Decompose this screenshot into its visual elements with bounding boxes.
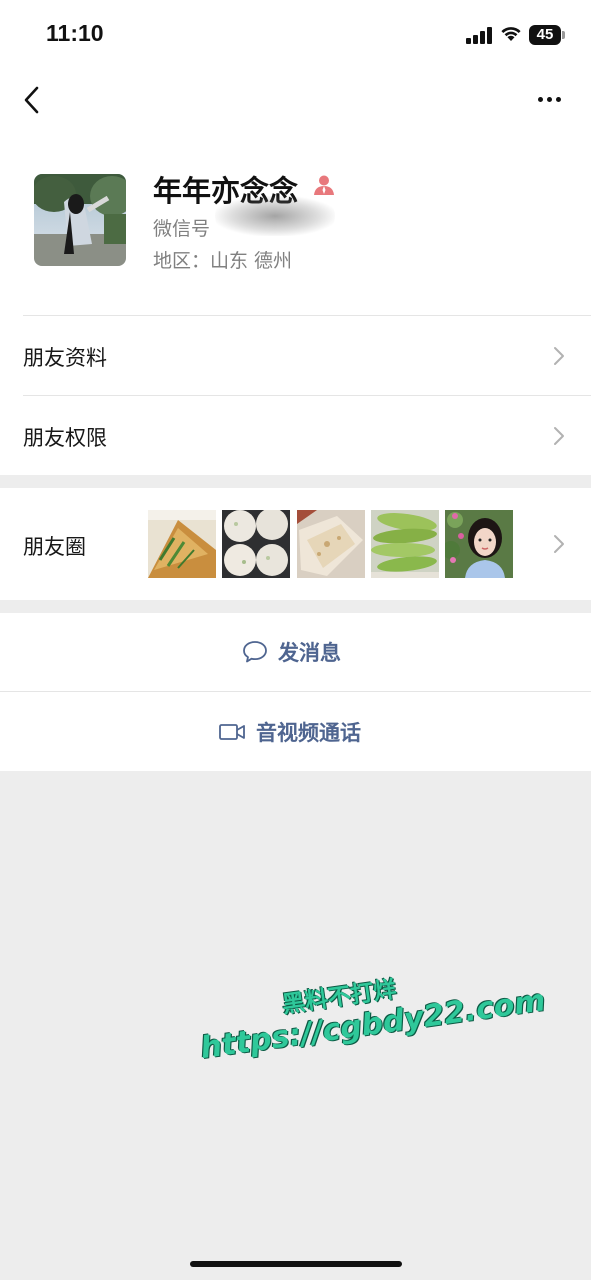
battery-icon: 45 bbox=[529, 25, 565, 45]
send-message-button[interactable]: 发消息 bbox=[0, 613, 591, 691]
video-camera-icon bbox=[219, 724, 245, 740]
moments-thumbnail bbox=[371, 510, 439, 578]
send-message-label: 发消息 bbox=[278, 641, 341, 665]
moments-thumbnail bbox=[222, 510, 290, 578]
more-dots-icon[interactable] bbox=[530, 88, 570, 112]
moments-row[interactable]: 朋友圈 bbox=[0, 488, 591, 600]
divider bbox=[0, 691, 591, 692]
friend-permissions-row[interactable]: 朋友权限 bbox=[0, 396, 591, 475]
friend-info-row[interactable]: 朋友资料 bbox=[0, 316, 591, 395]
chevron-left-icon[interactable] bbox=[18, 84, 48, 116]
status-bar: 11:10 45 bbox=[0, 0, 591, 70]
watermark: 黑料不打烊 https://cgbdy22.com bbox=[185, 948, 547, 1094]
video-call-button[interactable]: 音视频通话 bbox=[0, 693, 591, 771]
action-panel: 发消息 音视频通话 bbox=[0, 613, 591, 771]
friend-permissions-label: 朋友权限 bbox=[23, 426, 107, 450]
profile-region: 地区：山东 德州 bbox=[153, 250, 293, 272]
moments-thumbnail bbox=[148, 510, 216, 578]
chat-bubble-icon bbox=[243, 641, 267, 663]
home-indicator[interactable] bbox=[190, 1261, 402, 1267]
moments-thumbnail bbox=[445, 510, 513, 578]
user-icon bbox=[314, 175, 334, 195]
avatar[interactable] bbox=[34, 174, 126, 266]
wechat-id-label: 微信号 bbox=[153, 218, 211, 240]
chevron-right-icon bbox=[554, 347, 564, 365]
moments-thumbnail bbox=[297, 510, 365, 578]
wechat-id-value-blurred bbox=[215, 196, 335, 236]
wifi-icon bbox=[501, 27, 521, 41]
battery-level: 45 bbox=[529, 25, 561, 45]
video-call-label: 音视频通话 bbox=[256, 721, 361, 745]
chevron-right-icon bbox=[554, 535, 564, 553]
friend-info-label: 朋友资料 bbox=[23, 346, 107, 370]
chevron-right-icon bbox=[554, 427, 564, 445]
moments-label: 朋友圈 bbox=[23, 535, 86, 559]
status-time: 11:10 bbox=[46, 20, 104, 46]
cellular-signal-icon bbox=[466, 26, 494, 44]
